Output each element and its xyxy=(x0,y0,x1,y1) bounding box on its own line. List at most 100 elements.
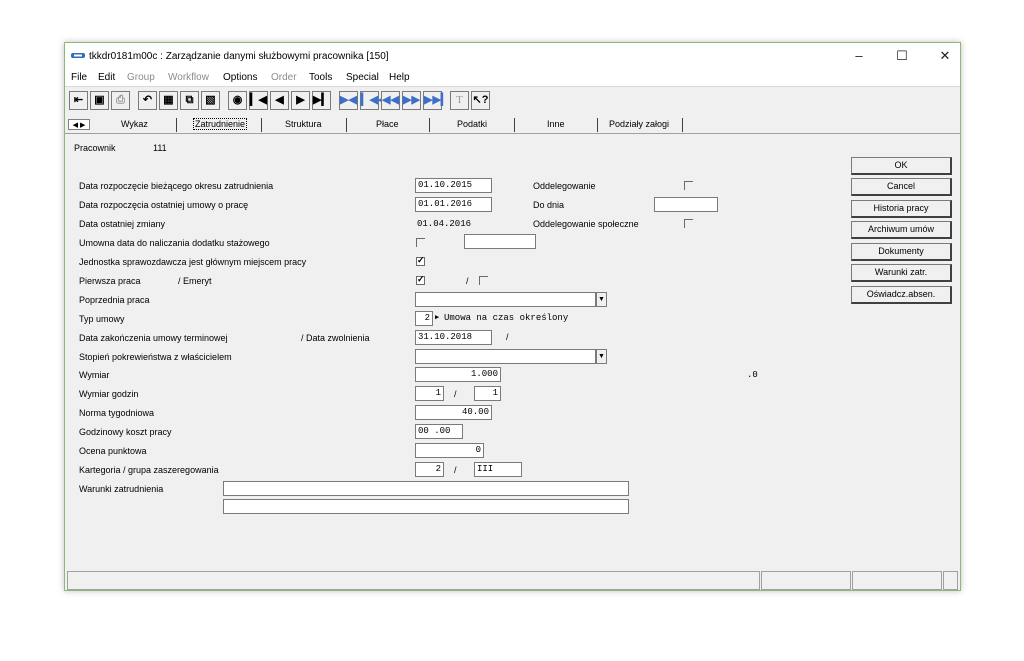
date-separator: / xyxy=(506,332,509,342)
label-do-dnia: Do dnia xyxy=(533,200,565,210)
status-cell xyxy=(852,571,942,590)
emeryt-checkbox[interactable] xyxy=(479,276,488,285)
close-button[interactable]: ✕ xyxy=(931,47,959,65)
stopien-pokrewienstwa-select[interactable] xyxy=(415,349,596,364)
godzinowy-koszt-field[interactable]: 00 .00 xyxy=(415,424,463,439)
kategoria-field[interactable]: 2 xyxy=(415,462,444,477)
label-data-rozpoczecia-umowy: Data rozpoczęcia ostatniej umowy o pracę xyxy=(79,200,249,210)
tab-separator xyxy=(514,118,515,132)
tab-separator xyxy=(176,118,177,132)
grupa-field[interactable]: III xyxy=(474,462,522,477)
window-title: tkkdr0181m00c : Zarządzanie danymi służb… xyxy=(89,51,389,62)
menu-help[interactable]: Help xyxy=(389,72,410,83)
resize-grip[interactable] xyxy=(943,571,958,590)
data-rozpoczecia-okresu-field[interactable]: 01.10.2015 xyxy=(415,178,492,193)
tab-scroll-arrows[interactable]: ◀ ▶ xyxy=(68,119,90,130)
next-page-icon[interactable]: ▶▶ xyxy=(402,91,421,110)
last-set-icon[interactable]: ▶▶▎ xyxy=(423,91,449,110)
tab-inne[interactable]: Inne xyxy=(547,119,565,129)
tab-bar: ◀ ▶ Wykaz Zatrudnienie Struktura Płace P… xyxy=(65,117,960,134)
label-oddelegowanie-spoleczne: Oddelegowanie społeczne xyxy=(533,219,639,229)
copy-record-icon[interactable]: ⧉ xyxy=(180,91,199,110)
historia-pracy-button[interactable]: Historia pracy xyxy=(851,200,952,218)
previous-record-icon[interactable]: ◀ xyxy=(270,91,289,110)
minimize-button[interactable]: – xyxy=(845,47,873,65)
menu-order[interactable]: Order xyxy=(271,72,297,83)
insert-record-icon[interactable]: ▦ xyxy=(159,91,178,110)
delete-record-icon[interactable]: ▧ xyxy=(201,91,220,110)
warunki-zatrudnienia-field-1[interactable] xyxy=(223,481,629,496)
umowna-data-checkbox[interactable] xyxy=(416,238,425,247)
maximize-button[interactable]: ☐ xyxy=(888,47,916,65)
poprzednia-praca-dropdown-button[interactable]: ▼ xyxy=(596,292,607,307)
typ-umowy-arrow-icon: ▶ xyxy=(435,314,440,322)
previous-page-icon[interactable]: ◀◀ xyxy=(381,91,400,110)
label-jednostka: Jednostka sprawozdawcza jest głównym mie… xyxy=(79,257,307,267)
first-record-icon[interactable]: ▎◀ xyxy=(249,91,268,110)
next-record-icon[interactable]: ▶ xyxy=(291,91,310,110)
dokumenty-button[interactable]: Dokumenty xyxy=(851,243,952,261)
exit-icon[interactable]: ⇤ xyxy=(69,91,88,110)
wymiar-extra-value: .0 xyxy=(747,370,758,380)
ocena-punktowa-field[interactable]: 0 xyxy=(415,443,484,458)
ok-button[interactable]: OK xyxy=(851,157,952,175)
text-icon[interactable]: T xyxy=(450,91,469,110)
label-pierwsza-praca: Pierwsza praca xyxy=(79,276,141,286)
norma-tygodniowa-field[interactable]: 40.00 xyxy=(415,405,492,420)
oddelegowanie-checkbox[interactable] xyxy=(684,181,693,190)
undo-icon[interactable]: ↶ xyxy=(138,91,157,110)
label-wymiar-godzin: Wymiar godzin xyxy=(79,389,139,399)
label-stopien-pokrewienstwa: Stopień pokrewieństwa z właścicielem xyxy=(79,352,232,362)
tab-separator xyxy=(346,118,347,132)
label-oddelegowanie: Oddelegowanie xyxy=(533,181,596,191)
employee-value: 111 xyxy=(153,143,167,153)
data-rozpoczecia-umowy-field[interactable]: 01.01.2016 xyxy=(415,197,492,212)
tab-zatrudnienie[interactable]: Zatrudnienie xyxy=(193,118,248,130)
do-dnia-field[interactable] xyxy=(654,197,718,212)
warunki-zatr-button[interactable]: Warunki zatr. xyxy=(851,264,952,282)
find-icon[interactable]: ◉ xyxy=(228,91,247,110)
tab-separator xyxy=(261,118,262,132)
app-icon xyxy=(71,53,85,58)
tab-wykaz[interactable]: Wykaz xyxy=(121,119,148,129)
first-set-icon[interactable]: ▶◀ xyxy=(339,91,358,110)
typ-umowy-code-field[interactable]: 2 xyxy=(415,311,433,326)
menu-file[interactable]: File xyxy=(71,72,87,83)
tab-place[interactable]: Płace xyxy=(376,119,399,129)
application-window: tkkdr0181m00c : Zarządzanie danymi służb… xyxy=(64,42,961,591)
data-zakonczenia-field[interactable]: 31.10.2018 xyxy=(415,330,492,345)
menu-edit[interactable]: Edit xyxy=(98,72,115,83)
tab-struktura[interactable]: Struktura xyxy=(285,119,322,129)
label-warunki-zatrudnienia: Warunki zatrudnienia xyxy=(79,484,164,494)
save-icon[interactable]: ▣ xyxy=(90,91,109,110)
print-icon[interactable]: ⎙ xyxy=(111,91,130,110)
menu-special[interactable]: Special xyxy=(346,72,379,83)
archiwum-umow-button[interactable]: Archiwum umów xyxy=(851,221,952,239)
tab-podzialy-zalogi[interactable]: Podziały załogi xyxy=(609,119,669,129)
tab-podatki[interactable]: Podatki xyxy=(457,119,487,129)
umowna-data-field[interactable] xyxy=(464,234,536,249)
poprzednia-praca-select[interactable] xyxy=(415,292,596,307)
help-pointer-icon[interactable]: ↖? xyxy=(471,91,490,110)
oddelegowanie-spoleczne-checkbox[interactable] xyxy=(684,219,693,228)
oswiadcz-absen-button[interactable]: Oświadcz.absen. xyxy=(851,286,952,304)
previous-set-icon[interactable]: ▎◀◀ xyxy=(360,91,386,110)
tab-separator xyxy=(429,118,430,132)
pierwsza-praca-checkbox[interactable] xyxy=(416,274,425,285)
wymiar-godzin-denominator-field[interactable]: 1 xyxy=(474,386,501,401)
cancel-button[interactable]: Cancel xyxy=(851,178,952,196)
stopien-pokrewienstwa-dropdown-button[interactable]: ▼ xyxy=(596,349,607,364)
label-wymiar: Wymiar xyxy=(79,370,110,380)
label-norma-tygodniowa: Norma tygodniowa xyxy=(79,408,155,418)
wymiar-godzin-numerator-field[interactable]: 1 xyxy=(415,386,444,401)
menu-group[interactable]: Group xyxy=(127,72,155,83)
menu-tools[interactable]: Tools xyxy=(309,72,332,83)
menu-options[interactable]: Options xyxy=(223,72,257,83)
wymiar-field[interactable]: 1.000 xyxy=(415,367,501,382)
jednostka-checkbox[interactable] xyxy=(416,255,425,266)
menu-workflow[interactable]: Workflow xyxy=(168,72,209,83)
last-record-icon[interactable]: ▶▎ xyxy=(312,91,331,110)
warunki-zatrudnienia-field-2[interactable] xyxy=(223,499,629,514)
status-cell xyxy=(761,571,851,590)
data-ostatniej-zmiany-value: 01.04.2016 xyxy=(417,219,472,229)
